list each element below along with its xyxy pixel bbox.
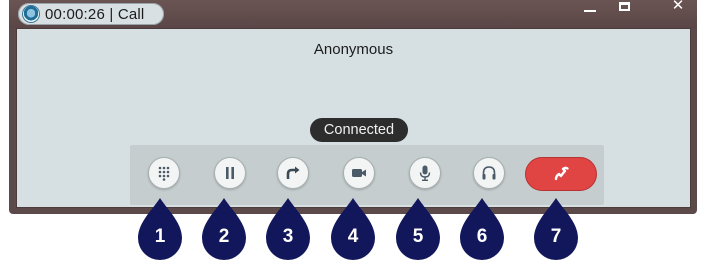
close-button[interactable]: ✕ xyxy=(663,0,693,14)
title-pill: 00:00:26 | Call xyxy=(18,3,164,25)
mute-button[interactable] xyxy=(409,157,441,189)
callout-number: 6 xyxy=(476,226,488,247)
call-controls-toolbar xyxy=(130,145,604,205)
transfer-button[interactable] xyxy=(277,157,309,189)
callout-number: 7 xyxy=(550,226,562,247)
maximize-button[interactable] xyxy=(609,0,639,14)
title-bar[interactable]: 00:00:26 | Call ✕ xyxy=(9,0,697,28)
callout-marker: 4 xyxy=(331,198,375,260)
phone-hangup-icon xyxy=(554,166,569,181)
dialpad-button[interactable] xyxy=(148,157,180,189)
call-status-badge: Connected xyxy=(310,118,408,142)
maximize-icon xyxy=(618,1,630,11)
hold-button[interactable] xyxy=(214,157,246,189)
audio-device-button[interactable] xyxy=(473,157,505,189)
window-title: 00:00:26 | Call xyxy=(45,5,145,23)
callout-number: 4 xyxy=(347,226,359,247)
caller-name: Anonymous xyxy=(313,41,394,58)
callout-number: 5 xyxy=(412,226,424,247)
callout-number: 3 xyxy=(282,226,294,247)
close-icon: ✕ xyxy=(671,0,685,14)
callout-marker: 3 xyxy=(266,198,310,260)
app-logo-icon xyxy=(22,5,40,23)
headset-icon xyxy=(482,166,496,180)
callout-marker: 7 xyxy=(534,198,578,260)
video-button[interactable] xyxy=(343,157,375,189)
callout-number: 1 xyxy=(154,226,166,247)
call-window: 00:00:26 | Call ✕ Anonymous Connected xyxy=(9,0,697,214)
minimize-icon xyxy=(584,10,596,12)
dialpad-icon xyxy=(158,166,170,181)
microphone-icon xyxy=(419,165,431,181)
minimize-button[interactable] xyxy=(575,0,605,14)
callout-number: 2 xyxy=(218,226,230,247)
callout-marker: 6 xyxy=(460,198,504,260)
call-panel: Anonymous Connected xyxy=(16,28,691,208)
pause-icon xyxy=(226,167,234,179)
callout-marker: 1 xyxy=(138,198,182,260)
hangup-button[interactable] xyxy=(525,157,597,191)
callout-marker: 5 xyxy=(396,198,440,260)
forward-arrow-icon xyxy=(286,166,300,179)
callout-marker: 2 xyxy=(202,198,246,260)
video-camera-icon xyxy=(352,169,366,177)
